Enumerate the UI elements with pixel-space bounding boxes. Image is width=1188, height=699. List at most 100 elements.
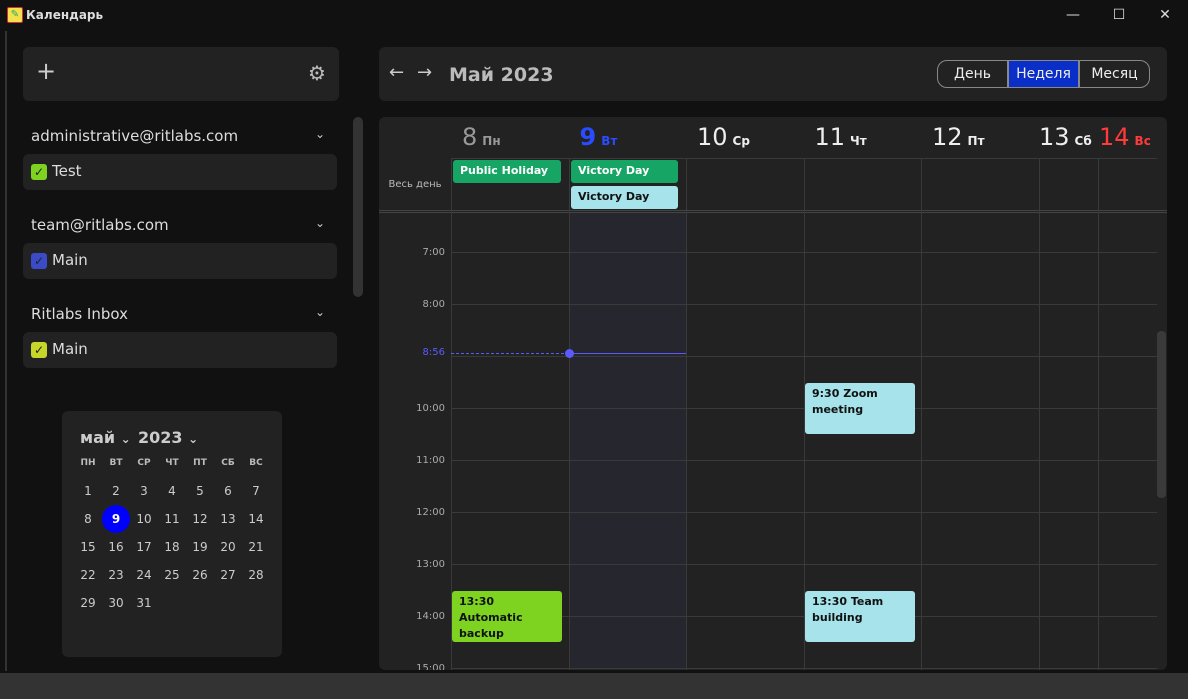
allday-event[interactable]: Public Holiday [453,160,561,183]
hour-line [451,304,1157,305]
time-label: 7:00 [422,247,445,258]
day-number: 9 [579,123,597,151]
minimize-button[interactable]: — [1050,0,1096,31]
day-cell[interactable]: 15 [74,533,102,561]
day-cell[interactable]: 18 [158,533,186,561]
day-divider [1098,158,1099,670]
account-header[interactable]: administrative@ritlabs.com ⌄ [31,127,325,145]
weekday-label: СБ [221,458,235,468]
hour-line [451,564,1157,565]
day-cell[interactable]: 31 [130,589,158,617]
calendar-item[interactable]: ✓ Main [23,332,337,368]
day-of-week: Пн [482,134,501,148]
view-0[interactable]: День [937,60,1008,88]
day-cell[interactable]: 3 [130,477,158,505]
add-button[interactable]: + [36,57,56,85]
calendar-item[interactable]: ✓ Main [23,243,337,279]
day-cell[interactable]: 9 [102,505,130,533]
day-cell[interactable]: 4 [158,477,186,505]
day-number: 13 [1039,123,1070,151]
day-header[interactable]: 14 Вс [1099,123,1151,151]
day-cell[interactable]: 21 [242,533,270,561]
allday-label: Весь день [388,179,442,190]
view-2[interactable]: Месяц [1079,60,1150,88]
day-cell[interactable]: 30 [102,589,130,617]
day-header[interactable]: 10 Ср [697,123,750,151]
day-cell[interactable]: 13 [214,505,242,533]
day-header[interactable]: 13 Сб [1039,123,1092,151]
day-cell[interactable]: 1 [74,477,102,505]
calendar-item[interactable]: ✓ Test [23,154,337,190]
account-header[interactable]: Ritlabs Inbox ⌄ [31,305,325,323]
account-label: team@ritlabs.com [31,216,169,234]
day-number: 12 [932,123,963,151]
day-cell[interactable]: 10 [130,505,158,533]
month-select[interactable]: май ⌄ [80,428,131,447]
next-arrow-icon[interactable]: → [417,62,432,83]
day-of-week: Ср [732,134,750,148]
day-cell[interactable]: 22 [74,561,102,589]
year-select[interactable]: 2023 ⌄ [138,428,198,447]
view-1[interactable]: Неделя [1008,60,1079,88]
checkbox[interactable]: ✓ [31,253,47,269]
day-cell[interactable]: 11 [158,505,186,533]
time-label: 8:00 [422,299,445,310]
day-cell[interactable]: 7 [242,477,270,505]
day-cell[interactable]: 14 [242,505,270,533]
hour-line [451,252,1157,253]
close-button[interactable]: ✕ [1142,0,1188,31]
weekday-label: ВТ [109,458,123,468]
event[interactable]: 13:30 Team building [805,591,915,642]
maximize-button[interactable]: ☐ [1096,0,1142,31]
sidebar-scrollbar[interactable] [353,117,363,297]
chevron-down-icon[interactable]: ⌄ [315,127,325,141]
allday-event[interactable]: Victory Day [571,186,678,209]
gear-icon[interactable]: ⚙ [308,61,326,85]
day-header[interactable]: 11 Чт [815,123,867,151]
account-header[interactable]: team@ritlabs.com ⌄ [31,216,325,234]
grid-scrollbar[interactable] [1157,331,1166,498]
chevron-down-icon[interactable]: ⌄ [315,305,325,319]
account-label: administrative@ritlabs.com [31,127,239,145]
day-cell[interactable]: 5 [186,477,214,505]
prev-arrow-icon[interactable]: ← [389,62,404,83]
calendar-header: ← → Май 2023 День Неделя Месяц [379,47,1167,101]
day-header[interactable]: 9 Вт [580,123,618,151]
allday-event[interactable]: Victory Day [571,160,678,183]
day-cell[interactable]: 17 [130,533,158,561]
day-cell[interactable]: 29 [74,589,102,617]
day-cell[interactable]: 24 [130,561,158,589]
day-divider [569,158,570,670]
day-header[interactable]: 8 Пн [462,123,501,151]
day-divider [1039,158,1040,670]
status-bar [0,673,1188,699]
day-cell[interactable]: 2 [102,477,130,505]
checkbox[interactable]: ✓ [31,164,47,180]
time-label: 13:00 [416,559,445,570]
month-label: май [80,428,116,447]
event[interactable]: 9:30 Zoom meeting [805,383,915,434]
checkbox[interactable]: ✓ [31,342,47,358]
event[interactable]: 13:30 Automatic backup [452,591,562,642]
day-divider [686,158,687,670]
day-cell[interactable]: 19 [186,533,214,561]
calendar-label: Test [52,162,82,180]
day-cell[interactable]: 27 [214,561,242,589]
weekday-label: ПН [80,458,96,468]
hour-line [451,460,1157,461]
day-cell[interactable]: 6 [214,477,242,505]
day-cell[interactable]: 8 [74,505,102,533]
calendar-label: Main [52,340,88,358]
chevron-down-icon[interactable]: ⌄ [315,216,325,230]
year-label: 2023 [138,428,183,447]
weekday-label: ЧТ [165,458,179,468]
day-cell[interactable]: 23 [102,561,130,589]
day-cell[interactable]: 25 [158,561,186,589]
day-cell[interactable]: 16 [102,533,130,561]
day-cell[interactable]: 28 [242,561,270,589]
day-cell[interactable]: 12 [186,505,214,533]
day-cell[interactable]: 26 [186,561,214,589]
day-cell[interactable]: 20 [214,533,242,561]
day-number: 10 [697,123,728,151]
day-header[interactable]: 12 Пт [932,123,985,151]
